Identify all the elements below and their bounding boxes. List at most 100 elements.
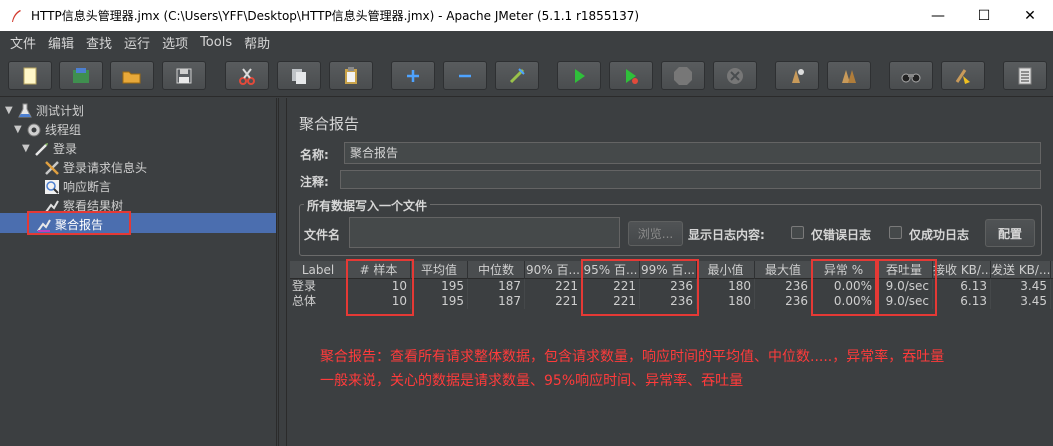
start-button[interactable] [557, 61, 601, 90]
column-header-min[interactable]: 最小值 [697, 261, 755, 279]
search-button[interactable] [889, 61, 933, 90]
expand-all-button[interactable] [391, 61, 435, 90]
pen-icon [34, 141, 50, 157]
stop-icon [674, 66, 692, 85]
filename-field[interactable] [349, 217, 620, 248]
function-helper-button[interactable] [1003, 61, 1047, 90]
new-button[interactable] [8, 61, 52, 90]
collapse-icon [459, 74, 471, 77]
tree-item-test-plan[interactable]: ▼ 测试计划 [5, 101, 84, 120]
chevron-down-icon[interactable]: ▼ [22, 143, 34, 154]
browse-button[interactable]: 浏览... [628, 221, 683, 246]
open-button[interactable] [110, 61, 154, 90]
paste-button[interactable] [329, 61, 373, 90]
reset-search-button[interactable] [941, 61, 985, 90]
close-button[interactable]: ✕ [1007, 0, 1053, 31]
search-icon [901, 73, 921, 82]
success-only-checkbox[interactable] [889, 226, 902, 239]
comment-label: 注释: [300, 175, 329, 189]
menu-file[interactable]: 文件 [4, 33, 42, 52]
annotation-box-aggregate-report [27, 211, 131, 235]
write-results-group-title: 所有数据写入一个文件 [304, 197, 431, 214]
tree-item-response-assertion[interactable]: 响应断言 [44, 177, 111, 196]
configure-button[interactable]: 配置 [985, 219, 1035, 247]
success-only-label: 仅成功日志 [909, 228, 970, 242]
column-header-received-kb[interactable]: 接收 KB/... [933, 261, 991, 279]
test-plan-tree[interactable]: ▼ 测试计划 ▼ 线程组 ▼ 登录 登录请求信息头 响应断言 察看结果树 聚合报… [0, 98, 277, 446]
tree-item-label: 登录请求信息头 [63, 161, 148, 175]
maximize-button[interactable]: ☐ [961, 0, 1007, 31]
column-header-max[interactable]: 最大值 [755, 261, 812, 279]
name-label: 名称: [300, 148, 329, 162]
open-icon [122, 71, 141, 83]
name-field[interactable]: 聚合报告 [344, 142, 1041, 164]
start-no-pauses-button[interactable] [609, 61, 653, 90]
cut-icon [239, 67, 255, 85]
menu-search[interactable]: 查找 [80, 33, 118, 52]
jmeter-feather-icon [9, 9, 23, 23]
column-header-average[interactable]: 平均值 [411, 261, 468, 279]
errors-only-checkbox[interactable] [791, 226, 804, 239]
tree-item-label: 登录 [53, 142, 78, 156]
cut-button[interactable] [225, 61, 269, 90]
shutdown-icon [727, 67, 743, 84]
chevron-down-icon[interactable]: ▼ [5, 105, 17, 116]
table-cell: 195 [411, 279, 468, 294]
table-cell: 6.13 [933, 294, 991, 309]
save-icon [176, 68, 192, 83]
column-header-sent-kb[interactable]: 发送 KB/... [991, 261, 1051, 279]
table-cell: 187 [468, 279, 525, 294]
shutdown-button[interactable] [713, 61, 757, 90]
flask-icon [17, 103, 33, 119]
panel-splitter[interactable] [278, 98, 287, 446]
table-cell: 180 [697, 294, 755, 309]
table-cell: 236 [755, 294, 812, 309]
table-cell: 登录 [290, 279, 347, 294]
toggle-button[interactable] [495, 61, 539, 90]
table-cell: 180 [697, 279, 755, 294]
menu-options[interactable]: 选项 [156, 33, 194, 52]
jmeter-window: HTTP信息头管理器.jmx (C:\Users\YFF\Desktop\HTT… [0, 0, 1053, 446]
tree-item-label: 响应断言 [63, 180, 112, 194]
log-content-label: 显示日志内容: [688, 228, 765, 242]
new-icon [23, 67, 37, 84]
table-cell: 3.45 [991, 294, 1051, 309]
table-cell: 236 [755, 279, 812, 294]
gear-icon [26, 122, 42, 138]
tree-item-login-sampler[interactable]: ▼ 登录 [22, 139, 77, 158]
start-icon [575, 68, 585, 83]
toolbar [0, 53, 1053, 97]
save-button[interactable] [162, 61, 206, 90]
aggregate-report-panel: 聚合报告 名称: 聚合报告 注释: 所有数据写入一个文件 文件名 浏览... 显… [288, 98, 1053, 446]
tree-item-header-manager[interactable]: 登录请求信息头 [44, 158, 147, 177]
copy-button[interactable] [277, 61, 321, 90]
table-cell: 总体 [290, 294, 347, 309]
templates-button[interactable] [59, 61, 103, 90]
annotation-box-percentiles [581, 259, 699, 316]
clear-icon [792, 68, 804, 83]
collapse-all-button[interactable] [443, 61, 487, 90]
close-icon: ✕ [1024, 7, 1036, 24]
annotation-box-throughput [877, 259, 937, 316]
menu-edit[interactable]: 编辑 [42, 33, 80, 52]
aggregate-table[interactable]: Label # 样本 平均值 中位数 90% 百... 95% 百... 99%… [290, 259, 1053, 446]
minimize-button[interactable]: — [915, 0, 961, 31]
table-cell: 3.45 [991, 279, 1051, 294]
column-header-label[interactable]: Label [290, 261, 347, 279]
filename-label: 文件名 [304, 228, 341, 242]
comment-field[interactable] [340, 170, 1041, 189]
menu-run[interactable]: 运行 [118, 33, 156, 52]
title-bar: HTTP信息头管理器.jmx (C:\Users\YFF\Desktop\HTT… [0, 0, 1053, 31]
stop-button[interactable] [661, 61, 705, 90]
table-cell: 221 [525, 294, 582, 309]
clear-all-button[interactable] [827, 61, 871, 90]
column-header-90-percentile[interactable]: 90% 百... [525, 261, 582, 279]
maximize-icon: ☐ [977, 7, 991, 24]
tree-item-thread-group[interactable]: ▼ 线程组 [14, 120, 81, 139]
column-header-median[interactable]: 中位数 [468, 261, 525, 279]
menu-help[interactable]: 帮助 [238, 33, 276, 52]
annotation-line-1: 聚合报告：查看所有请求整体数据，包含请求数量，响应时间的平均值、中位数.....… [320, 349, 945, 365]
clear-button[interactable] [775, 61, 819, 90]
menu-tools[interactable]: Tools [194, 35, 238, 50]
chevron-down-icon[interactable]: ▼ [14, 124, 26, 135]
